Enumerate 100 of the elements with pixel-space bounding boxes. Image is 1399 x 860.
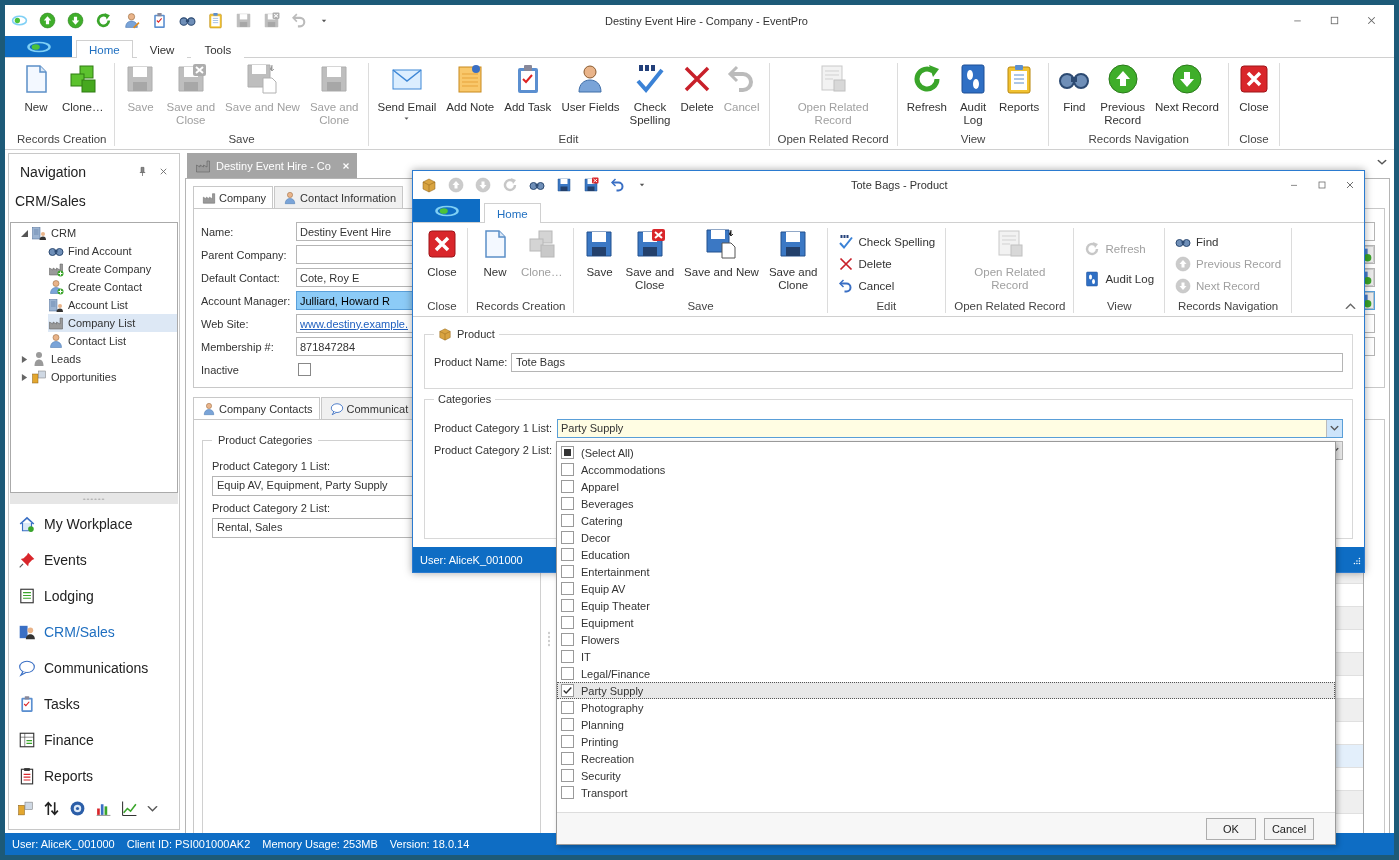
ribbon-button[interactable]: Delete [835, 252, 938, 275]
globe-icon[interactable] [69, 800, 86, 817]
checkbox[interactable] [561, 548, 574, 561]
list-item[interactable]: Photography [557, 699, 1335, 716]
tree-item[interactable]: Company List [48, 314, 177, 332]
list-item[interactable]: Flowers [557, 631, 1335, 648]
coins-icon[interactable] [17, 800, 34, 817]
checkbox[interactable] [561, 650, 574, 663]
checkbox[interactable] [561, 463, 574, 476]
checkbox[interactable] [561, 497, 574, 510]
logo-icon[interactable] [11, 12, 28, 29]
tree-item[interactable]: Opportunities [31, 368, 177, 386]
ribbon-button[interactable]: Add Task [499, 63, 557, 114]
tree-item[interactable]: Create Contact [48, 278, 177, 296]
ribbon-button[interactable]: Find [1173, 230, 1284, 253]
tree-item[interactable]: Find Account [48, 242, 177, 260]
expander-icon[interactable] [20, 355, 28, 363]
ribbon-button[interactable]: Next Record [1150, 63, 1224, 114]
ribbon-button[interactable]: New [473, 228, 516, 279]
list-item[interactable]: Education [557, 546, 1335, 563]
list-item[interactable]: Printing [557, 733, 1335, 750]
ribbon-button[interactable]: Save and New [679, 228, 764, 279]
ribbon-button[interactable]: Save and Clone [763, 228, 823, 292]
list-item[interactable]: Catering [557, 512, 1335, 529]
checkbox[interactable] [561, 684, 574, 697]
ribbon-button[interactable]: Save [578, 228, 621, 279]
checkbox[interactable] [561, 735, 574, 748]
expander-icon[interactable] [20, 373, 28, 381]
ribbon-button[interactable]: Reports [994, 63, 1045, 114]
checkbox[interactable] [561, 786, 574, 799]
checkbox[interactable] [561, 752, 574, 765]
ribbon-button[interactable]: Save and Close [620, 228, 680, 292]
up-down-arrows-icon[interactable] [43, 800, 60, 817]
checkbox[interactable] [561, 616, 574, 629]
clipboard-icon[interactable] [151, 12, 168, 29]
clipboard-icon[interactable] [207, 12, 224, 29]
navigation-item[interactable]: Events [9, 542, 179, 578]
navigation-item[interactable]: Lodging [9, 578, 179, 614]
ribbon-button[interactable]: New [14, 63, 57, 114]
navigation-item[interactable]: My Workplace [9, 506, 179, 542]
close-icon[interactable] [1344, 179, 1356, 191]
expander-icon[interactable] [20, 229, 28, 237]
pin-icon[interactable] [137, 166, 148, 177]
ribbon-button[interactable]: Close [1233, 63, 1275, 114]
list-item[interactable]: Decor [557, 529, 1335, 546]
ribbon-button[interactable]: Delete [675, 63, 719, 114]
list-item[interactable]: Legal/Finance [557, 665, 1335, 682]
tree-item[interactable]: Account List [48, 296, 177, 314]
ribbon-button[interactable]: Add Note [441, 63, 500, 114]
list-item[interactable]: Beverages [557, 495, 1335, 512]
input-field[interactable]: Tote Bags [511, 352, 1343, 372]
checkbox[interactable] [561, 769, 574, 782]
list-item[interactable]: Planning [557, 716, 1335, 733]
tree-item[interactable]: Contact List [48, 332, 177, 350]
list-item[interactable]: Security [557, 767, 1335, 784]
ribbon-button[interactable]: Check Spelling [624, 63, 676, 127]
checkbox[interactable] [561, 667, 574, 680]
tab[interactable]: Company Contacts [193, 397, 320, 420]
ribbon-button[interactable]: Audit Log [1082, 267, 1157, 290]
combo-box[interactable]: Party Supply [557, 418, 1343, 438]
ribbon-button[interactable]: Close [421, 228, 463, 279]
list-item[interactable]: Transport [557, 784, 1335, 801]
list-item[interactable]: Party Supply [557, 682, 1335, 699]
tree-item[interactable]: Leads [31, 350, 177, 368]
ribbon-button[interactable]: Previous Record [1095, 63, 1151, 127]
checkbox[interactable] [561, 633, 574, 646]
navigation-item[interactable]: Tasks [9, 686, 179, 722]
list-item[interactable]: Entertainment [557, 563, 1335, 580]
chevron-down-icon[interactable] [1377, 159, 1387, 165]
list-item[interactable]: Recreation [557, 750, 1335, 767]
application-button[interactable] [5, 36, 72, 57]
close-icon[interactable] [1365, 14, 1378, 27]
tree-item[interactable]: Create Company [48, 260, 177, 278]
navigation-item[interactable]: Reports [9, 758, 179, 794]
person-icon[interactable] [123, 12, 140, 29]
checkbox[interactable] [298, 363, 311, 376]
ribbon-button[interactable]: Send Email [372, 63, 442, 123]
list-item[interactable]: IT [557, 648, 1335, 665]
application-button[interactable] [413, 199, 480, 222]
close-icon[interactable] [158, 166, 169, 177]
list-item[interactable]: Equip Theater [557, 597, 1335, 614]
checkbox[interactable] [561, 514, 574, 527]
dialog-button[interactable]: Cancel [1264, 817, 1314, 840]
ribbon-button[interactable]: Clone… [56, 63, 109, 114]
list-item[interactable]: Equipment [557, 614, 1335, 631]
list-item[interactable]: Equip AV [557, 580, 1335, 597]
tab[interactable]: Company [193, 186, 274, 209]
line-chart-icon[interactable] [121, 800, 138, 817]
ribbon-button[interactable]: Check Spelling [835, 230, 938, 253]
package-icon[interactable] [421, 177, 437, 193]
checkbox[interactable] [561, 701, 574, 714]
refresh-icon[interactable] [95, 12, 112, 29]
ribbon-button[interactable]: User Fields [556, 63, 625, 114]
navigation-item[interactable]: CRM/Sales [9, 614, 179, 650]
checkbox[interactable] [561, 599, 574, 612]
link[interactable]: www.destiny.example. [300, 317, 408, 330]
ribbon-tab[interactable]: Home [76, 40, 133, 58]
undo-icon[interactable] [610, 177, 626, 193]
tree-item[interactable]: CRM [31, 224, 177, 242]
maximize-icon[interactable] [1316, 179, 1328, 191]
